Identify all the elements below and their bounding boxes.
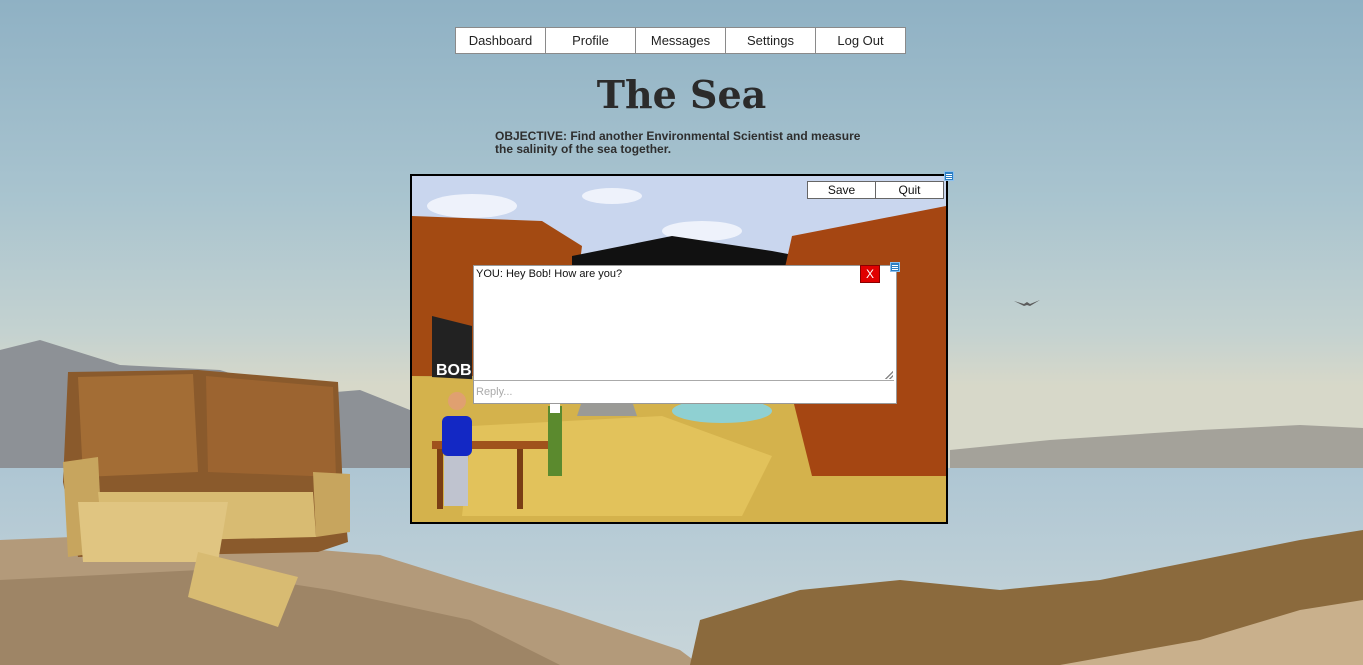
resize-handle-icon[interactable] xyxy=(885,371,893,379)
page-title: The Sea xyxy=(596,72,767,117)
nav-dashboard[interactable]: Dashboard xyxy=(456,28,546,53)
chat-log[interactable]: YOU: Hey Bob! How are you? xyxy=(474,266,894,381)
top-nav: Dashboard Profile Messages Settings Log … xyxy=(455,27,906,54)
nav-profile[interactable]: Profile xyxy=(546,28,636,53)
save-button[interactable]: Save xyxy=(808,182,876,198)
menu-icon[interactable] xyxy=(944,171,954,181)
nav-messages[interactable]: Messages xyxy=(636,28,726,53)
nav-log-out[interactable]: Log Out xyxy=(816,28,905,53)
npc-name-label: BOB xyxy=(436,362,472,379)
quit-button[interactable]: Quit xyxy=(876,182,943,198)
chat-message: YOU: Hey Bob! How are you? xyxy=(476,268,623,280)
reply-input[interactable] xyxy=(474,382,894,401)
chat-dialog: YOU: Hey Bob! How are you? X xyxy=(473,265,897,404)
game-toolbar: Save Quit xyxy=(807,181,944,199)
objective-text: OBJECTIVE: Find another Environmental Sc… xyxy=(495,129,861,156)
abandoned-couch xyxy=(63,370,350,627)
seagull xyxy=(1014,300,1040,306)
close-dialog-button[interactable]: X xyxy=(860,265,880,283)
dialog-menu-icon[interactable] xyxy=(890,262,900,272)
nav-settings[interactable]: Settings xyxy=(726,28,816,53)
